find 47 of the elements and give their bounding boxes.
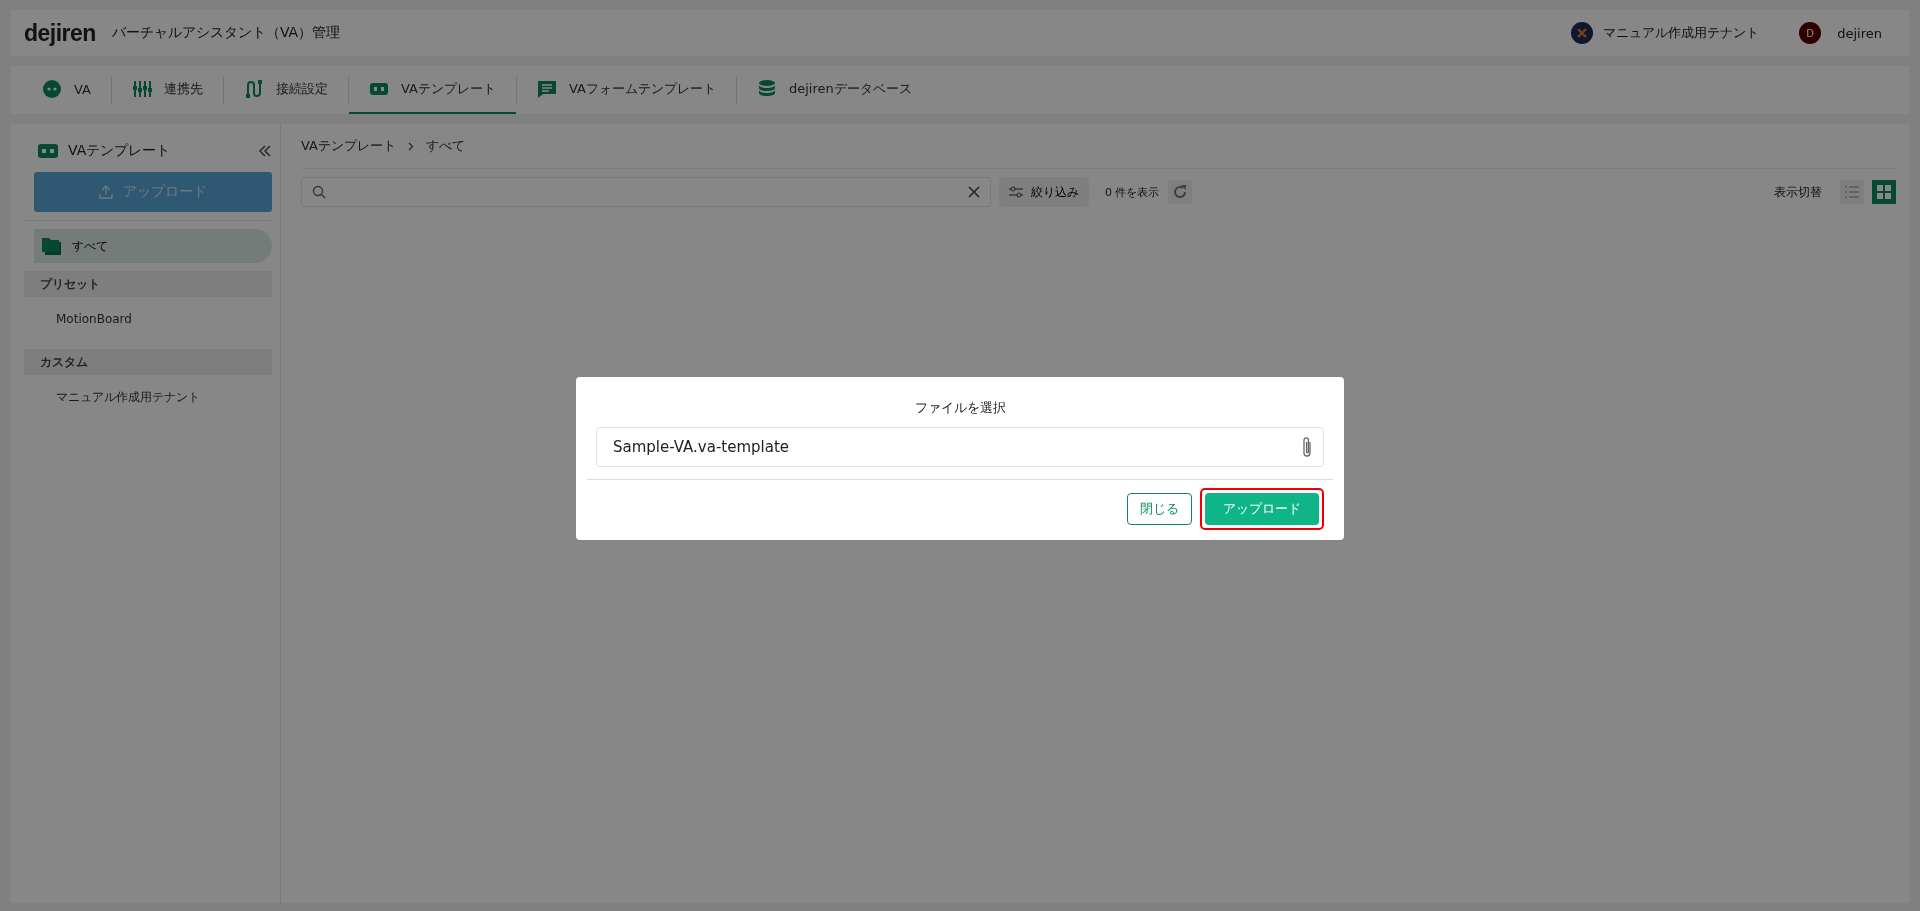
result-count: 0 件を表示 — [1105, 184, 1160, 200]
sidebar-item[interactable]: MotionBoard — [24, 297, 272, 341]
user-name[interactable]: dejiren — [1837, 25, 1882, 41]
section-header: プリセット — [24, 271, 272, 297]
logo: dejiren — [24, 19, 96, 47]
sidebar-title: VAテンプレート — [68, 142, 172, 160]
search-icon — [312, 185, 326, 199]
app-title: バーチャルアシスタント（VA）管理 — [111, 24, 342, 42]
nav-tab[interactable]: VA — [22, 66, 111, 114]
user-avatar[interactable]: D — [1799, 22, 1822, 44]
list-icon — [1844, 184, 1860, 200]
sliders-icon — [131, 79, 152, 99]
refresh-button[interactable] — [1167, 180, 1192, 204]
grid-icon — [1876, 184, 1892, 200]
section-header: カスタム — [24, 349, 272, 375]
file-input-field[interactable]: Sample-VA.va-template — [596, 427, 1324, 467]
chevron-right-icon — [407, 141, 414, 151]
collapse-icon[interactable] — [258, 144, 272, 158]
clear-icon[interactable] — [968, 186, 980, 198]
dialog-title: ファイルを選択 — [913, 399, 1007, 417]
refresh-icon — [1171, 184, 1188, 200]
nav-tab[interactable]: 連携先 — [111, 66, 223, 114]
grid-view-button[interactable] — [1872, 180, 1896, 204]
cable-icon — [243, 79, 264, 99]
chat-list-icon — [536, 79, 557, 99]
sidebar-item[interactable]: すべて — [34, 229, 272, 263]
breadcrumb-item[interactable]: VAテンプレート — [301, 137, 396, 155]
tenant-name[interactable]: マニュアル作成用テナント — [1603, 24, 1760, 42]
upload-button[interactable]: アップロード — [1205, 493, 1319, 525]
close-button[interactable]: 閉じる — [1127, 493, 1192, 525]
paperclip-icon[interactable] — [1301, 436, 1313, 458]
robot-face-icon — [38, 144, 58, 158]
database-icon — [756, 79, 777, 99]
filter-sliders-icon — [1009, 186, 1023, 198]
search-field[interactable] — [301, 177, 991, 207]
nav-tab[interactable]: VAテンプレート — [348, 66, 516, 114]
upload-icon — [99, 185, 113, 199]
tenant-avatar-icon[interactable] — [1571, 22, 1594, 44]
nav-tab[interactable]: dejirenデータベース — [736, 66, 932, 114]
folders-icon — [42, 237, 62, 255]
robot-face-icon — [42, 79, 62, 99]
sidebar-item[interactable]: マニュアル作成用テナント — [24, 375, 272, 419]
nav-tab[interactable]: 接続設定 — [223, 66, 348, 114]
nav-tab[interactable]: VAフォームテンプレート — [516, 66, 736, 114]
filter-button[interactable]: 絞り込み — [999, 177, 1089, 207]
view-toggle-label: 表示切替 — [1774, 183, 1822, 201]
breadcrumb-item: すべて — [425, 137, 465, 155]
